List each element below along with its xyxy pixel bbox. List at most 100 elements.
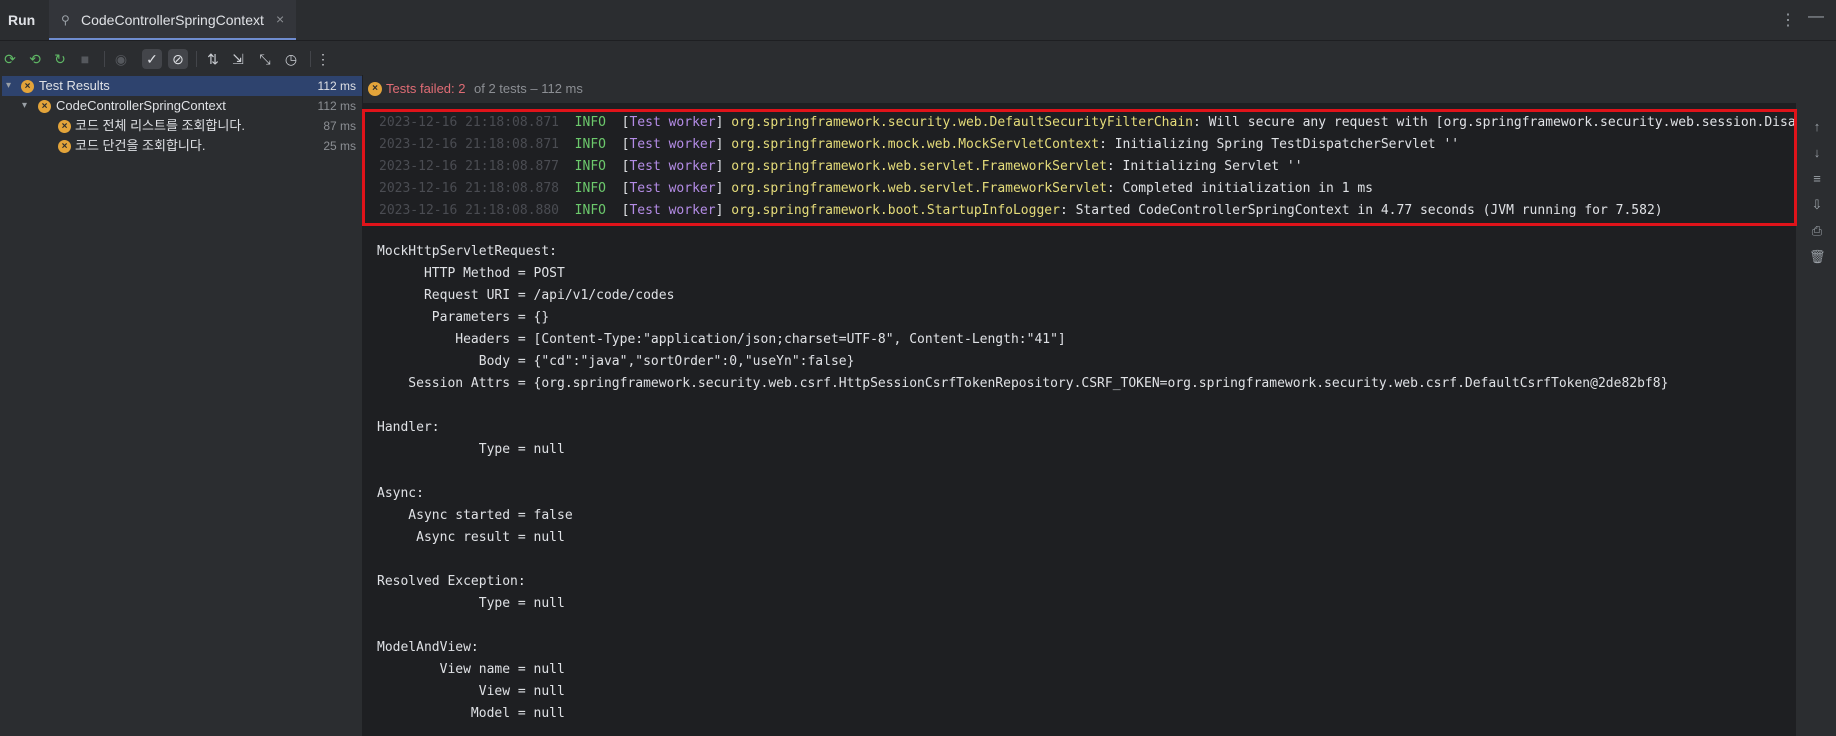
tree-item-duration: 25 ms [323, 139, 356, 153]
log-line: 2023-12-16 21:18:08.871 INFO [Test worke… [379, 112, 1797, 134]
output-line: Handler: [377, 420, 440, 435]
log-line: 2023-12-16 21:18:08.880 INFO [Test worke… [379, 203, 1663, 218]
toolbar-divider [196, 51, 197, 67]
console-side-toolbar: ↑ ↓ ≡ ⇩ ⎙ 🗑 [1797, 103, 1836, 736]
tab-label: CodeControllerSpringContext [81, 12, 264, 28]
output-line: Async started = false [377, 508, 573, 523]
test-status-bar: × Tests failed: 2 of 2 tests – 112 ms [363, 75, 1796, 103]
scroll-to-end-icon[interactable]: ⇩ [1809, 197, 1825, 213]
output-line: Parameters = {} [377, 310, 550, 325]
output-line: Request URI = /api/v1/code/codes [377, 288, 675, 303]
output-line: MockHttpServletRequest: [377, 244, 558, 259]
failed-status-icon: × [38, 100, 51, 113]
log-logger: org.springframework.mock.web.MockServlet… [731, 137, 1100, 152]
arrow-down-icon[interactable]: ↓ [1809, 145, 1825, 161]
log-message: : Started CodeControllerSpringContext in… [1059, 203, 1663, 218]
log-thread: Test worker [629, 203, 716, 218]
tree-item-test[interactable]: × 코드 단건을 조회합니다. 25 ms [2, 136, 362, 156]
log-message: : Initializing Spring TestDispatcherServ… [1099, 137, 1460, 152]
rerun-failed-icon[interactable]: ⟲ [25, 49, 45, 69]
chevron-down-icon[interactable]: ▾ [22, 96, 27, 116]
tool-window-header: Run ⚲ CodeControllerSpringContext × ⋮ — [0, 0, 1836, 41]
output-line: ModelAndView: [377, 640, 479, 655]
output-line: Session Attrs = {org.springframework.sec… [377, 376, 1669, 391]
run-tool-window-title: Run [8, 12, 36, 28]
soft-wrap-icon[interactable]: ≡ [1809, 171, 1825, 187]
output-line: Type = null [377, 442, 565, 457]
tree-item-label: Test Results [39, 78, 110, 93]
tree-item-duration: 112 ms [317, 79, 356, 93]
log-timestamp: 2023-12-16 21:18:08.871 [379, 115, 560, 130]
trash-icon[interactable]: 🗑 [1809, 249, 1826, 265]
run-toolbar: ⟳ ⟲ ↻ ■ ◉ ✓ ⊘ ⇅ ⇲ ⤡ ◷ ⋮ [0, 41, 1836, 75]
collapse-icon[interactable]: ⤡ [255, 49, 275, 69]
tree-item-suite[interactable]: ▾ × CodeControllerSpringContext 112 ms [2, 96, 362, 116]
log-timestamp: 2023-12-16 21:18:08.871 [379, 137, 560, 152]
highlighted-log-region: 2023-12-16 21:18:08.871 INFO [Test worke… [362, 109, 1797, 226]
output-line: Headers = [Content-Type:"application/jso… [377, 332, 1066, 347]
tab-code-controller-spring-context[interactable]: ⚲ CodeControllerSpringContext × [49, 0, 296, 40]
log-line: 2023-12-16 21:18:08.877 INFO [Test worke… [379, 159, 1303, 174]
minimize-icon[interactable]: — [1808, 8, 1824, 26]
tree-item-duration: 112 ms [317, 99, 356, 113]
sort-icon[interactable]: ⇅ [203, 49, 223, 69]
output-line: Body = {"cd":"java","sortOrder":0,"useYn… [377, 354, 855, 369]
log-logger: org.springframework.web.servlet.Framewor… [731, 181, 1107, 196]
tests-summary: of 2 tests – 112 ms [474, 81, 583, 96]
output-line: Type = null [377, 596, 565, 611]
show-ignored-icon[interactable]: ◉ [111, 49, 131, 69]
log-logger: org.springframework.web.servlet.Framewor… [731, 159, 1107, 174]
output-line: Resolved Exception: [377, 574, 526, 589]
log-logger: org.springframework.security.web.Default… [731, 115, 1193, 130]
toggle-auto-test-icon[interactable]: ↻ [50, 49, 70, 69]
log-level: INFO [574, 159, 606, 174]
rerun-icon[interactable]: ⟳ [0, 49, 20, 69]
log-level: INFO [574, 115, 606, 130]
output-line: HTTP Method = POST [377, 266, 565, 281]
more-options-icon[interactable]: ⋮ [1780, 10, 1796, 30]
show-passed-icon[interactable]: ✓ [142, 49, 162, 69]
output-line: Model = null [377, 706, 565, 721]
log-timestamp: 2023-12-16 21:18:08.878 [379, 181, 560, 196]
log-thread: Test worker [629, 159, 716, 174]
log-message: : Completed initialization in 1 ms [1106, 181, 1374, 196]
output-line: Async result = null [377, 530, 565, 545]
failed-status-icon: × [21, 80, 34, 93]
print-icon[interactable]: ⎙ [1809, 223, 1825, 239]
show-ignored-toggle-icon[interactable]: ⊘ [168, 49, 188, 69]
log-logger: org.springframework.boot.StartupInfoLogg… [731, 203, 1060, 218]
log-level: INFO [574, 203, 606, 218]
tree-item-label: CodeControllerSpringContext [56, 98, 226, 113]
toolbar-divider [310, 51, 311, 67]
log-thread: Test worker [629, 115, 716, 130]
failed-status-icon: × [58, 120, 71, 133]
history-icon[interactable]: ◷ [281, 49, 301, 69]
tree-item-test-results[interactable]: ▾ × Test Results 112 ms [2, 76, 362, 96]
log-message: : Will secure any request with [org.spri… [1193, 115, 1797, 130]
tree-item-test[interactable]: × 코드 전체 리스트를 조회합니다. 87 ms [2, 116, 362, 136]
log-message: : Initializing Servlet '' [1106, 159, 1303, 174]
more-icon[interactable]: ⋮ [313, 49, 333, 69]
log-line: 2023-12-16 21:18:08.878 INFO [Test worke… [379, 181, 1374, 196]
log-level: INFO [574, 137, 606, 152]
test-config-icon: ⚲ [61, 13, 70, 27]
log-timestamp: 2023-12-16 21:18:08.880 [379, 203, 560, 218]
log-level: INFO [574, 181, 606, 196]
log-timestamp: 2023-12-16 21:18:08.877 [379, 159, 560, 174]
output-line: Async: [377, 486, 424, 501]
test-tree: ▾ × Test Results 112 ms ▾ × CodeControll… [0, 75, 363, 736]
stop-icon[interactable]: ■ [75, 49, 95, 69]
tree-item-duration: 87 ms [323, 119, 356, 133]
log-thread: Test worker [629, 137, 716, 152]
chevron-down-icon[interactable]: ▾ [6, 76, 11, 96]
tree-item-label: 코드 단건을 조회합니다. [75, 138, 206, 153]
output-line: View = null [377, 684, 565, 699]
close-tab-icon[interactable]: × [276, 11, 284, 27]
tests-failed-count: Tests failed: 2 [386, 81, 466, 96]
import-icon[interactable]: ⇲ [228, 49, 248, 69]
toolbar-divider [104, 51, 105, 67]
arrow-up-icon[interactable]: ↑ [1809, 119, 1825, 135]
log-line: 2023-12-16 21:18:08.871 INFO [Test worke… [379, 137, 1460, 152]
log-thread: Test worker [629, 181, 716, 196]
tree-item-label: 코드 전체 리스트를 조회합니다. [75, 118, 245, 133]
